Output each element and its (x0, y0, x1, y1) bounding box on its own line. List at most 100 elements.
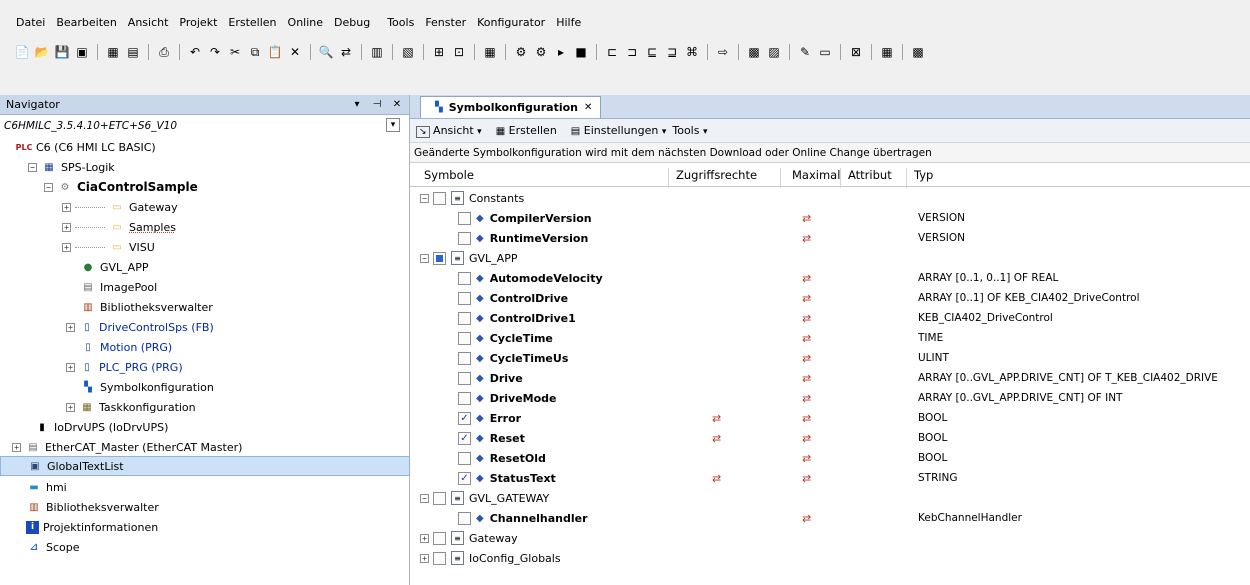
tree-item-visu[interactable]: + ▭ VISU (0, 237, 410, 257)
symbol-checkbox[interactable]: ✓ (458, 431, 471, 445)
keb4-icon[interactable]: ▩ (910, 44, 926, 60)
collapse-icon[interactable]: + (420, 553, 429, 563)
save-archive-icon[interactable]: ▣ (74, 44, 90, 60)
menu-projekt[interactable]: Projekt (179, 15, 217, 30)
menu-bearbeiten[interactable]: Bearbeiten (56, 15, 116, 30)
collapse-icon[interactable]: − (28, 162, 37, 172)
collapse-icon[interactable]: − (44, 182, 53, 192)
print-icon[interactable]: ⎙ (156, 44, 172, 60)
symbol-group-row[interactable]: + ≡ Gateway (410, 528, 1250, 548)
close-icon[interactable]: ✕ (389, 99, 405, 110)
tree-item-library[interactable]: ▥ Bibliotheksverwalter (0, 297, 410, 317)
symbol-row[interactable]: ◆ AutomodeVelocity ⇄ ARRAY [0..1, 0..1] OF … (410, 268, 1250, 288)
col-symbole[interactable]: Symbole (424, 168, 474, 182)
chart-icon[interactable]: ⊠ (848, 44, 864, 60)
symbol-row[interactable]: ✓ ◆ StatusText ⇄ ⇄ STRING (410, 468, 1250, 488)
menu-fenster[interactable]: Fenster (425, 15, 466, 30)
group-checkbox[interactable] (433, 551, 446, 565)
symbol-checkbox[interactable] (458, 391, 471, 405)
page-icon[interactable]: ▭ (817, 44, 833, 60)
step-into-icon[interactable]: ⊑ (644, 44, 660, 60)
symbol-row[interactable]: ◆ ResetOld ⇄ BOOL (410, 448, 1250, 468)
tree-item-logic[interactable]: − ▦ SPS-Logik (0, 157, 410, 177)
symbol-row[interactable]: ✓ ◆ Error ⇄ ⇄ BOOL (410, 408, 1250, 428)
symbol-row[interactable]: ◆ RuntimeVersion ⇄ VERSION (410, 228, 1250, 248)
tree-item-library2[interactable]: ▥ Bibliotheksverwalter (0, 497, 410, 517)
menu-debug[interactable]: Debug (334, 15, 370, 30)
symbol-row[interactable]: ✓ ◆ Reset ⇄ ⇄ BOOL (410, 428, 1250, 448)
symbol-checkbox[interactable] (458, 371, 471, 385)
new-project-icon[interactable]: 📄 (14, 44, 30, 60)
tree-item-project[interactable]: C6HMILC_3.5.4.10+ETC+S6_V10 ▾ (0, 116, 410, 136)
cut-icon[interactable]: ✂ (227, 44, 243, 60)
tree-item-motion[interactable]: ▯ Motion (PRG) (0, 337, 410, 357)
symbol-checkbox[interactable]: ✓ (458, 411, 471, 425)
tree-item-taskconfig[interactable]: + ▦ Taskkonfiguration (0, 397, 410, 417)
pencil-icon[interactable]: ✎ (797, 44, 813, 60)
tree-item-symbolconfig[interactable]: ▚ Symbolkonfiguration (0, 377, 410, 397)
collapse-icon[interactable]: − (420, 493, 429, 503)
group-checkbox[interactable] (433, 191, 446, 205)
redo-icon[interactable]: ↷ (207, 44, 223, 60)
dialog-icon[interactable]: ▦ (482, 44, 498, 60)
add-object-icon[interactable]: ⊞ (431, 44, 447, 60)
save-icon[interactable]: 💾 (54, 44, 70, 60)
symbol-checkbox[interactable] (458, 351, 471, 365)
collapse-icon[interactable]: + (420, 533, 429, 543)
tree-item-gvl-app[interactable]: ● GVL_APP (0, 257, 410, 277)
tree-item-drivecontrolsps[interactable]: + ▯ DriveControlSps (FB) (0, 317, 410, 337)
start-icon[interactable]: ▸ (553, 44, 569, 60)
expand-icon[interactable]: + (62, 222, 71, 232)
group-checkbox[interactable] (433, 251, 446, 265)
keb3-icon[interactable]: ▦ (879, 44, 895, 60)
tree-item-samples[interactable]: + ▭ Samples (0, 217, 410, 237)
device2-icon[interactable]: ▤ (125, 44, 141, 60)
access-readwrite-icon[interactable]: ⇄ (712, 432, 721, 445)
group-checkbox[interactable] (433, 491, 446, 505)
close-tab-icon[interactable]: ✕ (584, 102, 592, 113)
col-zugriffsrechte[interactable]: Zugriffsrechte (676, 168, 757, 182)
symbol-group-row[interactable]: − ≡ GVL_GATEWAY (410, 488, 1250, 508)
group-checkbox[interactable] (433, 531, 446, 545)
ansicht-dropdown[interactable]: ↘ Ansicht ▾ (416, 124, 482, 138)
tree-item-globaltextlist[interactable]: ▣ GlobalTextList (0, 456, 410, 476)
expand-icon[interactable]: + (62, 242, 71, 252)
expand-icon[interactable]: + (12, 442, 21, 452)
symbol-checkbox[interactable] (458, 211, 471, 225)
keb2-icon[interactable]: ▨ (766, 44, 782, 60)
symbol-row[interactable]: ◆ CycleTime ⇄ TIME (410, 328, 1250, 348)
delete-icon[interactable]: ✕ (287, 44, 303, 60)
menu-erstellen[interactable]: Erstellen (228, 15, 276, 30)
step-over-icon[interactable]: ⊐ (624, 44, 640, 60)
menu-online[interactable]: Online (288, 15, 323, 30)
symbol-row[interactable]: ◆ DriveMode ⇄ ARRAY [0..GVL_APP.DRIVE_CNT] … (410, 388, 1250, 408)
tree-item-projectinfo[interactable]: i Projektinformationen (0, 517, 410, 537)
tree-item-gateway[interactable]: + ▭ Gateway (0, 197, 410, 217)
symbol-checkbox[interactable] (458, 511, 471, 525)
tree-item-hmi[interactable]: ▬ hmi (0, 477, 410, 497)
open-project-icon[interactable]: 📂 (34, 44, 50, 60)
expand-icon[interactable]: + (62, 202, 71, 212)
access-readwrite-icon[interactable]: ⇄ (712, 412, 721, 425)
expand-icon[interactable]: + (66, 322, 75, 332)
step-out-icon[interactable]: ⊒ (664, 44, 680, 60)
menu-tools[interactable]: Tools (387, 15, 414, 30)
dropdown-icon[interactable]: ▾ (349, 99, 365, 110)
access-readwrite-icon[interactable]: ⇄ (712, 472, 721, 485)
collapse-icon[interactable]: − (420, 253, 429, 263)
menu-ansicht[interactable]: Ansicht (128, 15, 169, 30)
col-maximal[interactable]: Maximal (792, 168, 840, 182)
einstellungen-dropdown[interactable]: ▤ Einstellungen ▾ (571, 124, 667, 137)
new-pou-icon[interactable]: ⊡ (451, 44, 467, 60)
symbol-row[interactable]: ◆ ControlDrive1 ⇄ KEB_CIA402_DriveControl (410, 308, 1250, 328)
device-icon[interactable]: ▦ (105, 44, 121, 60)
undo-icon[interactable]: ↶ (187, 44, 203, 60)
paste-icon[interactable]: 📋 (267, 44, 283, 60)
symbol-row[interactable]: ◆ Channelhandler ⇄ KebChannelHandler (410, 508, 1250, 528)
menu-datei[interactable]: Datei (16, 15, 45, 30)
build-icon[interactable]: ▥ (369, 44, 385, 60)
symbol-row[interactable]: ◆ CycleTimeUs ⇄ ULINT (410, 348, 1250, 368)
expand-icon[interactable]: + (66, 362, 75, 372)
tree-item-device[interactable]: PLC C6 (C6 HMI LC BASIC) (0, 137, 410, 157)
rebuild-icon[interactable]: ▧ (400, 44, 416, 60)
